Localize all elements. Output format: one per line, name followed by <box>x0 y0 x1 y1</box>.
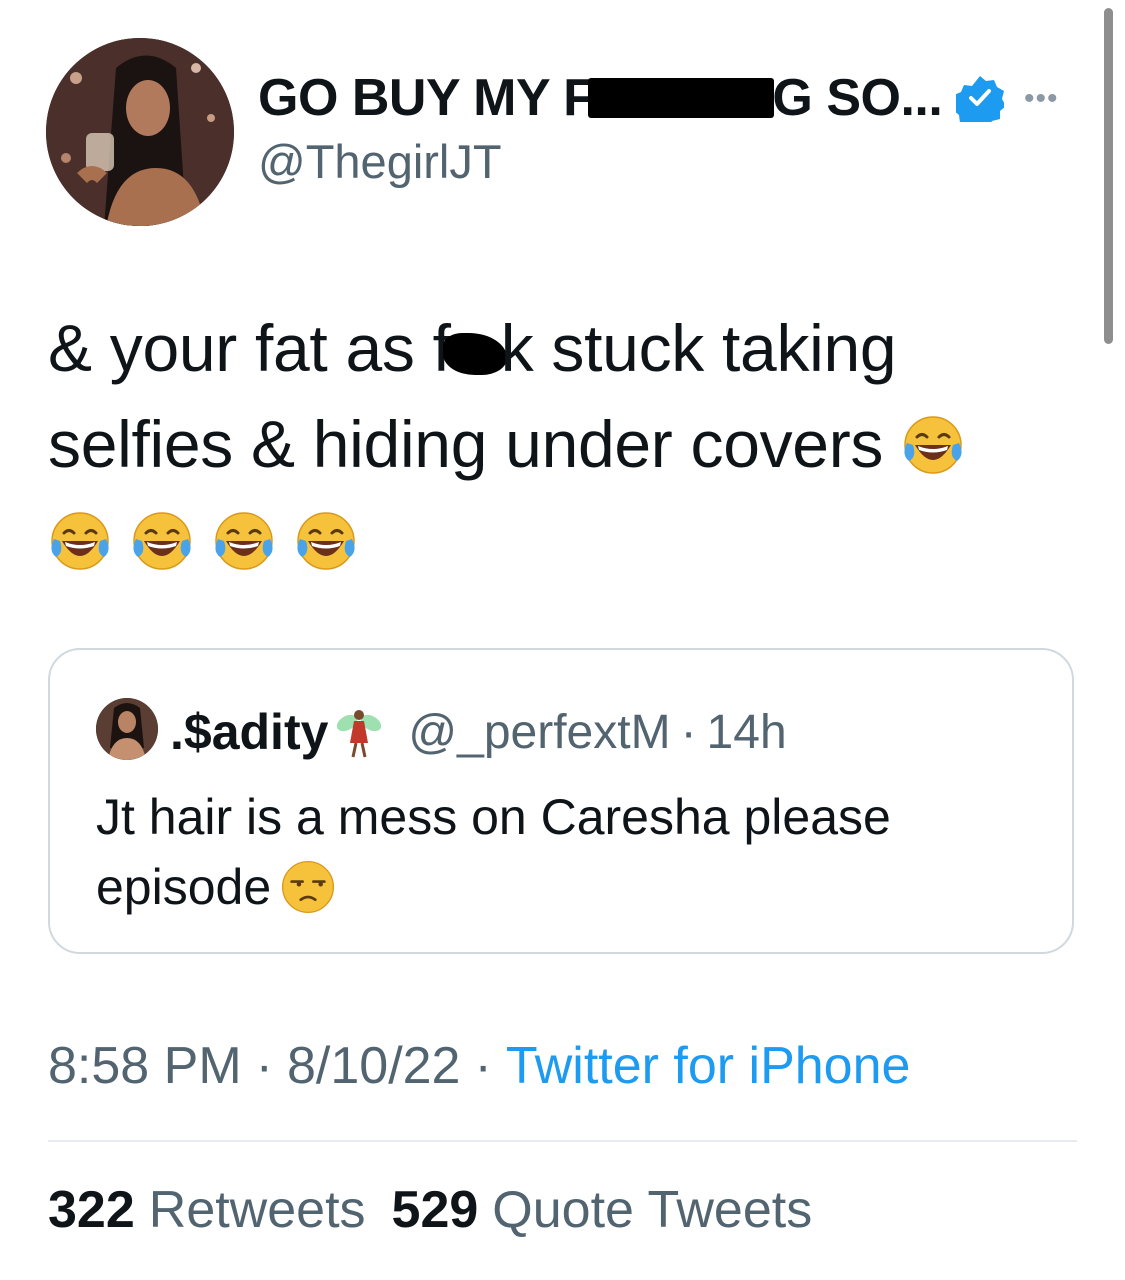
quote-tweets-label: Quote Tweets <box>492 1181 813 1239</box>
quoted-tweet-text: Jt hair is a mess on Caresha please epis… <box>96 782 1026 922</box>
tweet-time: 8:58 PM <box>48 1037 242 1095</box>
retweets-label: Retweets <box>148 1181 366 1239</box>
face-with-tears-of-joy-emoji <box>213 511 275 571</box>
word-redaction <box>442 332 507 375</box>
quoted-separator: · <box>680 705 697 759</box>
fairy-emoji <box>334 705 384 759</box>
face-with-tears-of-joy-emoji <box>49 511 111 571</box>
tweet-line-3 <box>48 492 1058 588</box>
author-avatar[interactable] <box>46 38 234 226</box>
tweet-line-2: selfies & hiding under covers <box>48 396 1058 492</box>
verified-badge-icon <box>953 74 1007 130</box>
meta-separator: · <box>474 1037 492 1095</box>
name-redaction <box>588 78 775 118</box>
face-with-tears-of-joy-emoji <box>903 415 964 475</box>
more-icon[interactable]: ••• <box>1024 84 1059 114</box>
tweet-line-1-start: & your fat as f <box>48 311 451 385</box>
tweet-line-1: & your fat as f k stuck taking <box>48 300 1058 396</box>
quoted-author-avatar[interactable] <box>96 698 158 760</box>
quoted-tweet-header: .$adity @_perfextM · 14h <box>170 702 787 762</box>
tweet-date: 8/10/22 <box>286 1037 461 1095</box>
quoted-handle[interactable]: @_perfextM <box>408 705 670 760</box>
quoted-tweet-text-content: Jt hair is a mess on Caresha please epis… <box>96 789 891 915</box>
quote-tweets-stat[interactable]: 529 Quote Tweets <box>392 1181 839 1239</box>
author-display-name-start[interactable]: GO BUY MY F <box>258 68 595 128</box>
quoted-time: 14h <box>706 705 787 759</box>
quoted-tweet-card[interactable]: .$adity @_perfextM · 14h Jt hair is a me… <box>48 648 1074 954</box>
meta-separator: · <box>255 1037 273 1095</box>
author-display-name-end[interactable]: G SO... <box>772 68 942 128</box>
quoted-display-name[interactable]: .$adity <box>170 703 328 761</box>
tweet-stats: 322 Retweets 529 Quote Tweets <box>48 1180 838 1240</box>
tweet-text: & your fat as f k stuck taking selfies & … <box>48 300 1058 588</box>
tweet-line-2-text: selfies & hiding under covers <box>48 407 884 481</box>
author-name-row[interactable]: GO BUY MY F G SO... <box>258 64 1007 132</box>
tweet-source-link[interactable]: Twitter for iPhone <box>506 1037 911 1095</box>
divider <box>48 1140 1077 1142</box>
retweets-count: 322 <box>48 1181 135 1239</box>
face-with-tears-of-joy-emoji <box>131 511 193 571</box>
scrollbar[interactable] <box>1104 8 1113 344</box>
quote-tweets-count: 529 <box>391 1181 479 1239</box>
retweets-stat[interactable]: 322 Retweets <box>48 1181 392 1239</box>
face-with-tears-of-joy-emoji <box>295 511 357 571</box>
author-handle[interactable]: @ThegirlJT <box>258 134 502 189</box>
unamused-face-emoji <box>282 860 335 914</box>
tweet-meta: 8:58 PM · 8/10/22 · Twitter for iPhone <box>48 1036 910 1096</box>
tweet-line-1-end: k stuck taking <box>500 311 897 385</box>
